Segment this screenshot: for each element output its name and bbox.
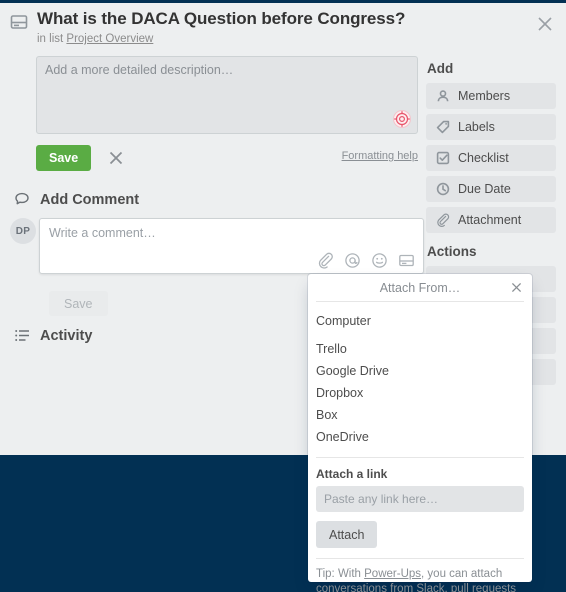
sidebar-item-label: Due Date <box>458 182 511 196</box>
sidebar-item-label: Members <box>458 89 511 103</box>
sidebar-add-heading: Add <box>427 61 454 76</box>
comment-bubble-icon <box>14 191 31 208</box>
powerups-tip: Tip: With Power-Ups, you can attach conv… <box>316 567 524 592</box>
sidebar-item-label: Labels <box>458 120 495 134</box>
card-header: What is the DACA Question before Congres… <box>10 8 556 45</box>
sidebar-actions-heading: Actions <box>427 244 477 259</box>
attach-link-heading: Attach a link <box>316 467 388 481</box>
popup-header: Attach From… <box>316 274 524 302</box>
power-ups-link[interactable]: Power-Ups <box>364 568 421 580</box>
description-section: Add a more detailed description… Save Fo… <box>36 56 418 171</box>
checklist-icon <box>436 151 450 165</box>
clock-icon <box>436 182 450 196</box>
description-cancel-icon[interactable] <box>107 149 125 167</box>
comment-placeholder: Write a comment… <box>49 226 156 240</box>
close-icon[interactable] <box>534 13 556 35</box>
attach-source-trello[interactable]: Trello <box>316 338 524 360</box>
comment-save-button[interactable]: Save <box>49 291 108 316</box>
attachment-icon <box>436 213 450 227</box>
attach-link-input[interactable] <box>316 486 524 512</box>
page-title: What is the DACA Question before Congres… <box>37 9 406 28</box>
attach-source-dropbox[interactable]: Dropbox <box>316 382 524 404</box>
avatar[interactable]: DP <box>10 218 36 244</box>
in-list-prefix: in list <box>37 33 64 45</box>
attach-source-onedrive[interactable]: OneDrive <box>316 426 524 448</box>
activity-list-icon <box>14 327 31 344</box>
close-icon[interactable] <box>509 280 524 295</box>
card-icon <box>10 13 28 31</box>
popup-title: Attach From… <box>379 280 461 295</box>
sidebar-item-label: Attachment <box>458 213 522 227</box>
sidebar-item-due-date[interactable]: Due Date <box>426 176 556 202</box>
popup-divider <box>316 457 524 458</box>
label-icon <box>436 120 450 134</box>
popup-body: Computer Trello Google Drive Dropbox Box… <box>308 302 532 592</box>
sidebar-item-attachment[interactable]: Attachment <box>426 207 556 233</box>
emoji-icon[interactable] <box>371 252 388 269</box>
tip-prefix: Tip: With <box>316 568 365 580</box>
activity-heading: Activity <box>14 327 92 344</box>
add-comment-label: Add Comment <box>40 191 140 208</box>
tip-divider <box>316 558 524 559</box>
target-cursor-icon <box>392 109 412 129</box>
attach-from-popup: Attach From… Computer Trello Google Driv… <box>308 274 532 592</box>
description-input[interactable]: Add a more detailed description… <box>36 56 418 134</box>
member-icon <box>436 89 450 103</box>
list-name-link[interactable]: Project Overview <box>66 33 153 45</box>
add-comment-heading: Add Comment <box>14 191 139 208</box>
sidebar-item-members[interactable]: Members <box>426 83 556 109</box>
description-placeholder: Add a more detailed description… <box>45 63 234 77</box>
description-actions: Save Formatting help <box>36 145 418 171</box>
attach-source-box[interactable]: Box <box>316 404 524 426</box>
sidebar-item-label: Checklist <box>458 151 509 165</box>
breadcrumb: in list Project Overview <box>37 33 556 45</box>
sidebar-item-checklist[interactable]: Checklist <box>426 145 556 171</box>
attach-button[interactable]: Attach <box>316 521 378 548</box>
comment-input[interactable]: Write a comment… <box>39 218 424 274</box>
description-save-button[interactable]: Save <box>36 145 92 171</box>
attachment-icon[interactable] <box>317 252 334 269</box>
sidebar-item-labels[interactable]: Labels <box>426 114 556 140</box>
screen: What is the DACA Question before Congres… <box>0 0 566 592</box>
attach-source-google-drive[interactable]: Google Drive <box>316 360 524 382</box>
formatting-help-link[interactable]: Formatting help <box>342 150 418 162</box>
attach-source-computer[interactable]: Computer <box>316 310 524 338</box>
mention-icon[interactable] <box>344 252 361 269</box>
comment-toolbar <box>317 252 415 269</box>
activity-label: Activity <box>40 327 93 344</box>
card-icon[interactable] <box>398 252 415 269</box>
